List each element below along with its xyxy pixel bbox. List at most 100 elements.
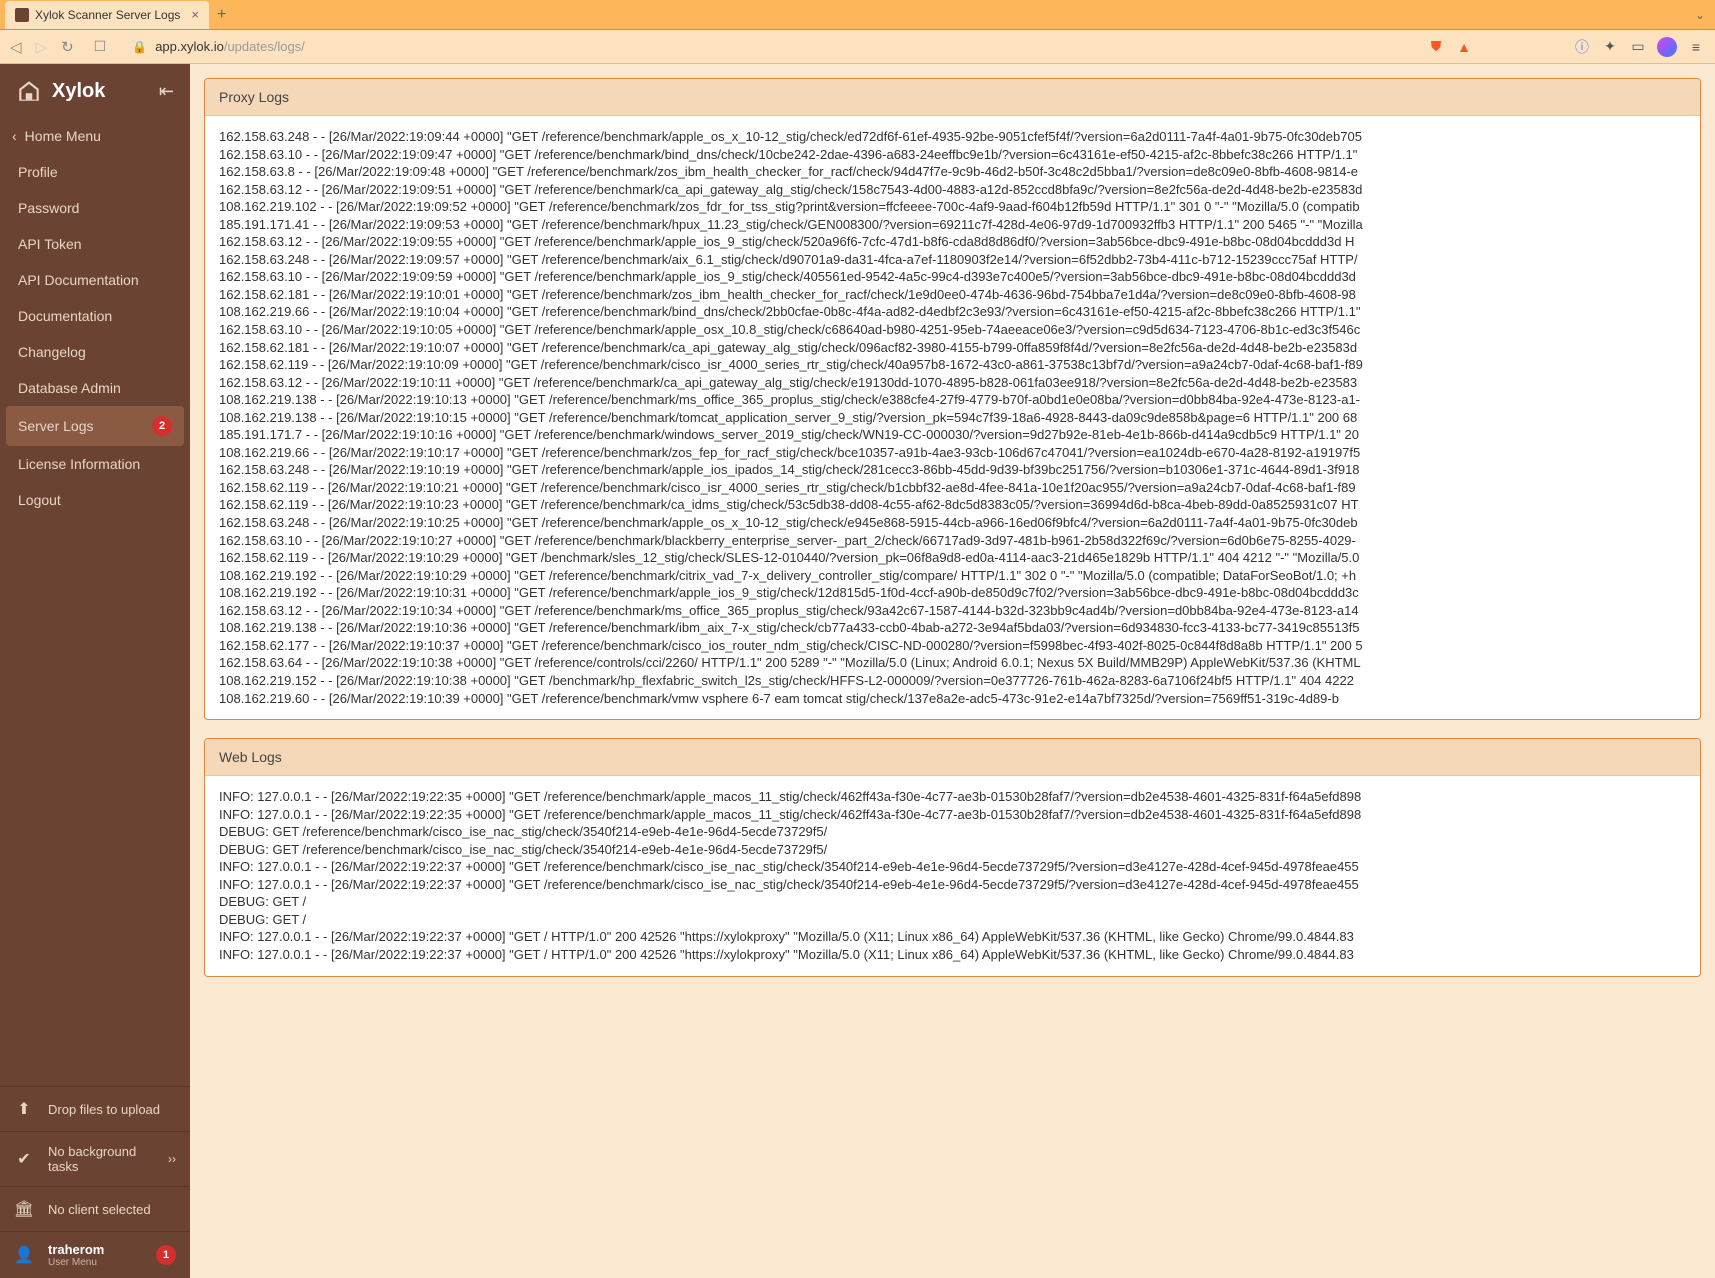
log-line: 108.162.219.192 - - [26/Mar/2022:19:10:3… <box>219 584 1686 602</box>
log-line: 108.162.219.102 - - [26/Mar/2022:19:09:5… <box>219 198 1686 216</box>
user-badge: 1 <box>156 1245 176 1265</box>
sidebar-item-label: Password <box>18 200 79 216</box>
lock-icon[interactable]: 🔒 <box>132 40 147 54</box>
sidebar-item-database-admin[interactable]: Database Admin <box>0 370 190 406</box>
log-line: 108.162.219.152 - - [26/Mar/2022:19:10:3… <box>219 672 1686 690</box>
client-label: No client selected <box>48 1202 151 1217</box>
sidebar-item-license-information[interactable]: License Information <box>0 446 190 482</box>
sidebar-item-label: License Information <box>18 456 140 472</box>
user-icon: 👤 <box>14 1245 34 1265</box>
log-line: 162.158.63.12 - - [26/Mar/2022:19:09:51 … <box>219 181 1686 199</box>
log-line: 162.158.63.12 - - [26/Mar/2022:19:10:34 … <box>219 602 1686 620</box>
log-line: 162.158.63.8 - - [26/Mar/2022:19:09:48 +… <box>219 163 1686 181</box>
sidebar-item-api-documentation[interactable]: API Documentation <box>0 262 190 298</box>
log-line: 108.162.219.138 - - [26/Mar/2022:19:10:1… <box>219 409 1686 427</box>
user-name: traherom <box>48 1242 142 1257</box>
drop-files-area[interactable]: ⬆ Drop files to upload <box>0 1087 190 1131</box>
proxy-logs-panel: Proxy Logs 162.158.63.248 - - [26/Mar/20… <box>204 78 1701 720</box>
log-line: 162.158.62.177 - - [26/Mar/2022:19:10:37… <box>219 637 1686 655</box>
content-area: Proxy Logs 162.158.63.248 - - [26/Mar/20… <box>190 64 1715 1278</box>
back-button[interactable]: ◁ <box>10 38 22 56</box>
log-line: 108.162.219.66 - - [26/Mar/2022:19:10:04… <box>219 303 1686 321</box>
log-line: 162.158.62.119 - - [26/Mar/2022:19:10:29… <box>219 549 1686 567</box>
brave-icon[interactable]: ▲ <box>1455 38 1473 56</box>
sidebar-header: Xylok ⇤ <box>0 64 190 118</box>
info-icon[interactable]: ⓘ <box>1573 38 1591 56</box>
building-icon: 🏛 <box>14 1199 34 1219</box>
new-tab-button[interactable]: + <box>217 6 226 24</box>
web-logs-body[interactable]: INFO: 127.0.0.1 - - [26/Mar/2022:19:22:3… <box>205 776 1700 975</box>
forward-button[interactable]: ▷ <box>36 38 48 56</box>
tab-dropdown-icon[interactable]: ⌄ <box>1695 8 1705 22</box>
log-line: 162.158.63.10 - - [26/Mar/2022:19:10:05 … <box>219 321 1686 339</box>
client-selected-item[interactable]: 🏛 No client selected <box>0 1186 190 1231</box>
extension-icons: ⛊ ▲ ⓘ ✦ ▭ ≡ <box>1427 37 1705 57</box>
log-line: 162.158.63.10 - - [26/Mar/2022:19:09:47 … <box>219 146 1686 164</box>
sidebar-item-label: Home Menu <box>25 128 101 144</box>
avatar-icon[interactable] <box>1657 37 1677 57</box>
sidebar-item-documentation[interactable]: Documentation <box>0 298 190 334</box>
url-text: app.xylok.io/updates/logs/ <box>155 39 305 54</box>
log-line: INFO: 127.0.0.1 - - [26/Mar/2022:19:22:3… <box>219 876 1686 894</box>
sidebar-item-home[interactable]: ‹ Home Menu <box>0 118 190 154</box>
browser-tab[interactable]: Xylok Scanner Server Logs × <box>5 1 209 29</box>
sidebar-item-label: Server Logs <box>18 418 93 434</box>
background-tasks-item[interactable]: ✔ No background tasks ›› <box>0 1131 190 1186</box>
log-line: 162.158.63.64 - - [26/Mar/2022:19:10:38 … <box>219 654 1686 672</box>
user-menu[interactable]: 👤 traherom User Menu 1 <box>0 1231 190 1278</box>
sidebar-nav: ‹ Home Menu Profile Password API TokenAPI … <box>0 118 190 1086</box>
log-line: INFO: 127.0.0.1 - - [26/Mar/2022:19:22:3… <box>219 928 1686 946</box>
reload-button[interactable]: ↻ <box>61 38 74 56</box>
bookmark-icon[interactable]: ☐ <box>94 38 107 55</box>
sidebar-item-api-token[interactable]: API Token <box>0 226 190 262</box>
bg-tasks-label: No background tasks <box>48 1144 154 1174</box>
extensions-icon[interactable]: ✦ <box>1601 38 1619 56</box>
log-line: 108.162.219.138 - - [26/Mar/2022:19:10:3… <box>219 619 1686 637</box>
log-line: 108.162.219.66 - - [26/Mar/2022:19:10:17… <box>219 444 1686 462</box>
sidebar-item-password[interactable]: Password <box>0 190 190 226</box>
log-line: 162.158.62.119 - - [26/Mar/2022:19:10:23… <box>219 496 1686 514</box>
log-line: 185.191.171.7 - - [26/Mar/2022:19:10:16 … <box>219 426 1686 444</box>
browser-tab-bar: Xylok Scanner Server Logs × + ⌄ <box>0 0 1715 30</box>
log-line: INFO: 127.0.0.1 - - [26/Mar/2022:19:22:3… <box>219 858 1686 876</box>
check-circle-icon: ✔ <box>14 1149 34 1169</box>
log-line: DEBUG: GET /reference/benchmark/cisco_is… <box>219 841 1686 859</box>
sidebar-item-changelog[interactable]: Changelog <box>0 334 190 370</box>
sidebar-item-logout[interactable]: Logout <box>0 482 190 518</box>
url-bar-row: ◁ ▷ ↻ ☐ 🔒 app.xylok.io/updates/logs/ ⛊ ▲… <box>0 30 1715 64</box>
log-line: 108.162.219.138 - - [26/Mar/2022:19:10:1… <box>219 391 1686 409</box>
sidebar-item-profile[interactable]: Profile <box>0 154 190 190</box>
drop-files-label: Drop files to upload <box>48 1102 160 1117</box>
user-sub: User Menu <box>48 1257 142 1268</box>
log-line: 162.158.63.10 - - [26/Mar/2022:19:10:27 … <box>219 532 1686 550</box>
web-logs-header: Web Logs <box>205 739 1700 776</box>
log-line: DEBUG: GET / <box>219 893 1686 911</box>
log-line: DEBUG: GET / <box>219 911 1686 929</box>
sidebar-item-label: Documentation <box>18 308 112 324</box>
log-line: 162.158.63.10 - - [26/Mar/2022:19:09:59 … <box>219 268 1686 286</box>
proxy-logs-header: Proxy Logs <box>205 79 1700 116</box>
user-info: traherom User Menu <box>48 1242 142 1268</box>
nav-badge: 2 <box>152 416 172 436</box>
log-line: 162.158.63.12 - - [26/Mar/2022:19:09:55 … <box>219 233 1686 251</box>
tab-favicon <box>15 8 29 22</box>
chevron-right-icon: ›› <box>168 1152 176 1166</box>
collapse-sidebar-icon[interactable]: ⇤ <box>159 81 174 102</box>
sidebar-item-label: Profile <box>18 164 58 180</box>
shield-icon[interactable]: ⛊ <box>1427 38 1445 56</box>
proxy-logs-body[interactable]: 162.158.63.248 - - [26/Mar/2022:19:09:44… <box>205 116 1700 719</box>
sidebar-item-label: Database Admin <box>18 380 121 396</box>
menu-icon[interactable]: ≡ <box>1687 38 1705 56</box>
log-line: 162.158.63.248 - - [26/Mar/2022:19:10:19… <box>219 461 1686 479</box>
log-line: INFO: 127.0.0.1 - - [26/Mar/2022:19:22:3… <box>219 806 1686 824</box>
upload-icon: ⬆ <box>14 1099 34 1119</box>
sidebar-item-server-logs[interactable]: Server Logs 2 <box>6 406 184 446</box>
url-bar[interactable]: ☐ 🔒 app.xylok.io/updates/logs/ <box>88 38 1413 55</box>
chevron-left-icon: ‹ <box>12 128 17 144</box>
log-line: 162.158.63.248 - - [26/Mar/2022:19:09:44… <box>219 128 1686 146</box>
reader-icon[interactable]: ▭ <box>1629 38 1647 56</box>
brand-name: Xylok <box>52 80 105 103</box>
log-line: INFO: 127.0.0.1 - - [26/Mar/2022:19:22:3… <box>219 946 1686 964</box>
close-icon[interactable]: × <box>191 7 199 22</box>
log-line: DEBUG: GET /reference/benchmark/cisco_is… <box>219 823 1686 841</box>
